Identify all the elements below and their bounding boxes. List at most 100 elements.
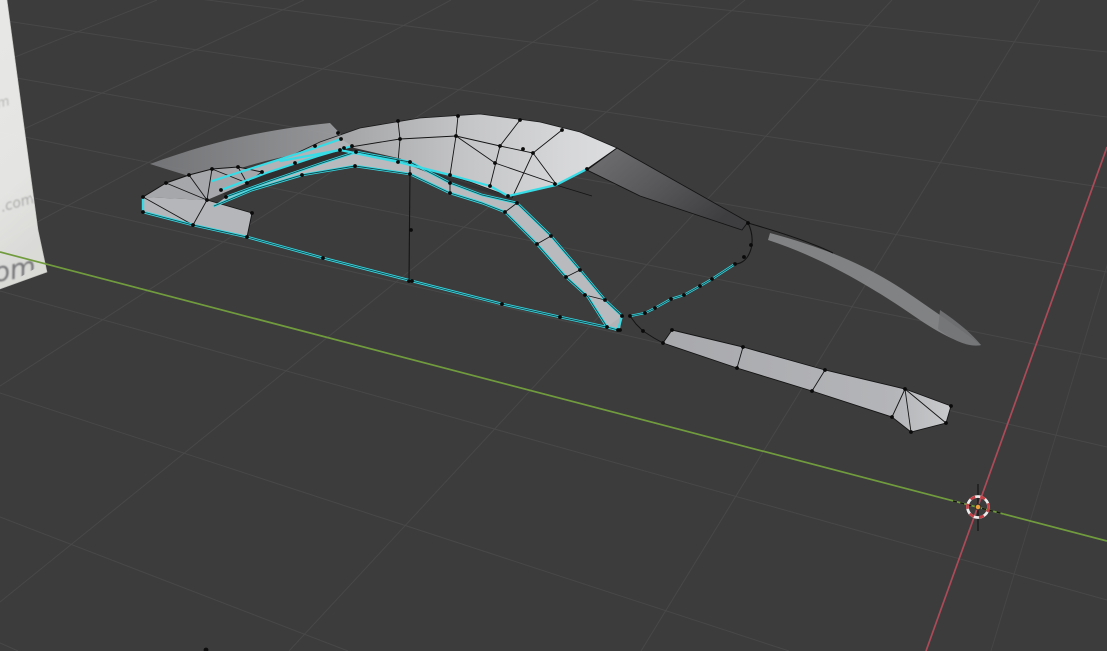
x-axis-red	[925, 146, 1107, 651]
mesh-vertex[interactable]	[338, 148, 342, 152]
mesh-vertex[interactable]	[191, 223, 195, 227]
mesh-vertex[interactable]	[909, 430, 913, 434]
mesh-vertex[interactable]	[670, 328, 674, 332]
mesh-vertex[interactable]	[498, 144, 502, 148]
mesh-vertex[interactable]	[628, 314, 632, 318]
mesh-vertex[interactable]	[735, 366, 739, 370]
reference-image-plane[interactable]: m.comom	[0, 0, 48, 295]
fender-line-edge[interactable]	[747, 222, 834, 254]
mesh-vertex[interactable]	[521, 147, 525, 151]
mesh-vertex[interactable]	[749, 243, 753, 247]
mesh-vertex[interactable]	[944, 421, 948, 425]
mesh-vertex[interactable]	[260, 170, 264, 174]
mesh-vertex[interactable]	[535, 242, 539, 246]
mesh-vertex[interactable]	[733, 262, 737, 266]
mesh-vertex[interactable]	[583, 293, 587, 297]
mesh-vertex[interactable]	[823, 368, 827, 372]
mesh-vertex[interactable]	[578, 268, 582, 272]
mesh-vertex[interactable]	[408, 160, 412, 164]
mesh-vertex[interactable]	[515, 201, 519, 205]
rocker-sharp-edge-core[interactable]	[142, 211, 621, 331]
mesh-vertex[interactable]	[493, 161, 497, 165]
mesh-vertex[interactable]	[224, 195, 228, 199]
mesh-vertex[interactable]	[454, 134, 458, 138]
reference-image-surface[interactable]	[0, 0, 48, 295]
mesh-vertex[interactable]	[903, 387, 907, 391]
mesh-vertex[interactable]	[396, 160, 400, 164]
mesh-vertex[interactable]	[398, 137, 402, 141]
b-pillar-edge[interactable]	[408, 169, 411, 282]
mesh-vertex[interactable]	[354, 150, 358, 154]
mesh-vertex[interactable]	[746, 221, 750, 225]
mesh-vertex[interactable]	[641, 329, 645, 333]
mesh-vertex[interactable]	[549, 234, 553, 238]
mesh-vertex[interactable]	[560, 128, 564, 132]
mesh-vertex[interactable]	[342, 146, 346, 150]
mesh-vertex[interactable]	[448, 173, 452, 177]
mesh-vertex[interactable]	[245, 181, 249, 185]
mesh-vertex[interactable]	[336, 131, 340, 135]
mesh-vertex[interactable]	[164, 181, 168, 185]
mesh-vertex[interactable]	[553, 182, 557, 186]
mesh-vertex[interactable]	[603, 298, 607, 302]
mesh-vertex[interactable]	[605, 325, 609, 329]
mesh-vertex[interactable]	[219, 188, 223, 192]
mesh-vertex[interactable]	[396, 119, 400, 123]
mesh-vertex[interactable]	[321, 256, 325, 260]
grid-line	[0, 290, 1107, 601]
hood-strip-face[interactable]	[662, 329, 952, 433]
mesh-vertex[interactable]	[339, 137, 343, 141]
mesh-vertex[interactable]	[410, 279, 414, 283]
mesh-vertex[interactable]	[250, 211, 254, 215]
mesh-vertex[interactable]	[810, 389, 814, 393]
viewport-canvas[interactable]: m.comom	[0, 0, 1107, 651]
mesh-vertex[interactable]	[531, 151, 535, 155]
mesh-vertex[interactable]	[741, 345, 745, 349]
mesh-vertex[interactable]	[669, 297, 673, 301]
cursor-center-dot[interactable]	[974, 503, 982, 511]
mesh-vertex[interactable]	[313, 144, 317, 148]
mesh-vertex[interactable]	[518, 118, 522, 122]
mesh-vertex[interactable]	[293, 161, 297, 165]
mesh-vertex[interactable]	[408, 172, 412, 176]
mesh-vertex[interactable]	[698, 284, 702, 288]
object-origin-dot[interactable]	[203, 647, 209, 651]
mesh-vertex[interactable]	[742, 255, 746, 259]
mesh-vertex[interactable]	[141, 195, 145, 199]
mesh-vertex[interactable]	[618, 328, 622, 332]
mesh-vertex[interactable]	[500, 302, 504, 306]
mesh-edge[interactable]	[629, 315, 664, 344]
mesh-vertex[interactable]	[661, 341, 665, 345]
mesh-vertex[interactable]	[353, 164, 357, 168]
mesh-vertex[interactable]	[245, 235, 249, 239]
mesh-vertex[interactable]	[710, 277, 714, 281]
mesh-vertex[interactable]	[506, 194, 510, 198]
mesh-vertex[interactable]	[205, 198, 209, 202]
mesh-vertex[interactable]	[558, 315, 562, 319]
viewport-3d[interactable]: m .com om	[0, 0, 1107, 651]
mesh-vertex[interactable]	[409, 228, 413, 232]
mesh-vertex[interactable]	[141, 210, 145, 214]
mesh-vertex[interactable]	[187, 173, 191, 177]
mesh-vertex[interactable]	[503, 210, 507, 214]
mesh-edge[interactable]	[555, 184, 593, 197]
windshield-edge-face[interactable]	[586, 147, 749, 231]
mesh-vertex[interactable]	[682, 293, 686, 297]
mesh-vertex[interactable]	[210, 167, 214, 171]
mesh-vertex[interactable]	[448, 181, 452, 185]
mesh-vertex[interactable]	[564, 275, 568, 279]
mesh-vertex[interactable]	[236, 165, 240, 169]
car-mesh[interactable]	[141, 113, 953, 651]
mesh-vertex[interactable]	[890, 415, 894, 419]
mesh-vertex[interactable]	[448, 191, 452, 195]
mesh-vertex[interactable]	[300, 173, 304, 177]
mesh-vertex[interactable]	[456, 114, 460, 118]
cursor-3d[interactable]	[952, 484, 1005, 531]
mesh-vertex[interactable]	[949, 404, 953, 408]
mesh-vertex[interactable]	[350, 144, 354, 148]
mesh-vertex[interactable]	[653, 306, 657, 310]
mesh-vertex[interactable]	[643, 311, 647, 315]
mesh-vertex[interactable]	[585, 167, 589, 171]
mesh-vertex[interactable]	[620, 314, 624, 318]
mesh-vertex[interactable]	[488, 184, 492, 188]
